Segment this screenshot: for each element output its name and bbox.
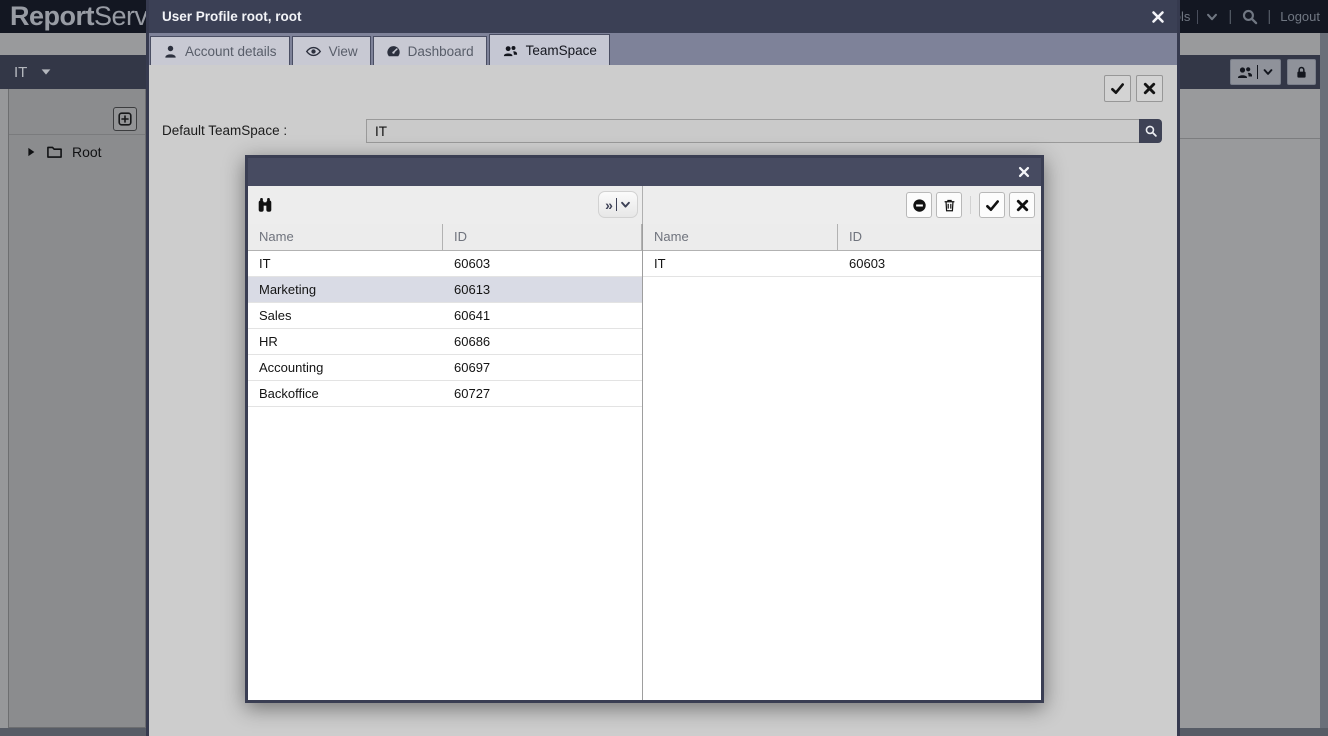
- move-selected-button[interactable]: »: [598, 191, 638, 218]
- table-row-selected[interactable]: Marketing 60613: [248, 277, 642, 303]
- delete-all-button[interactable]: [936, 192, 962, 218]
- users-icon: [502, 43, 519, 58]
- check-icon: [985, 198, 1000, 213]
- tab-label: Dashboard: [408, 44, 474, 59]
- trash-icon: [942, 198, 957, 213]
- ok-button[interactable]: [979, 192, 1005, 218]
- cancel-button[interactable]: [1136, 75, 1163, 102]
- tab-label: View: [329, 44, 358, 59]
- divider: [966, 196, 975, 214]
- cell-id: 60603: [838, 251, 1041, 276]
- table-header: Name ID: [248, 224, 642, 251]
- cancel-button[interactable]: [1009, 192, 1035, 218]
- cell-name: HR: [248, 329, 443, 354]
- modal-title: User Profile root, root: [162, 9, 302, 24]
- close-icon[interactable]: [1017, 165, 1031, 179]
- table-row[interactable]: Accounting 60697: [248, 355, 642, 381]
- available-toolbar: »: [248, 186, 643, 224]
- tab-label: Account details: [185, 44, 277, 59]
- cell-name: Sales: [248, 303, 443, 328]
- cell-id: 60686: [443, 329, 642, 354]
- table-row[interactable]: HR 60686: [248, 329, 642, 355]
- table-row[interactable]: Sales 60641: [248, 303, 642, 329]
- modal-header: User Profile root, root: [149, 0, 1177, 33]
- cell-id: 60641: [443, 303, 642, 328]
- search-icon: [1144, 124, 1158, 138]
- tab-label: TeamSpace: [526, 43, 597, 58]
- tachometer-icon: [386, 44, 401, 59]
- cell-id: 60727: [443, 381, 642, 406]
- person-icon: [163, 44, 178, 59]
- tab-dashboard[interactable]: Dashboard: [373, 36, 487, 65]
- close-icon: [1015, 198, 1030, 213]
- dialog-header[interactable]: [248, 158, 1041, 186]
- default-teamspace-label: Default TeamSpace :: [162, 123, 287, 138]
- close-icon[interactable]: [1150, 9, 1166, 25]
- eye-icon: [305, 44, 322, 59]
- column-header-id[interactable]: ID: [838, 224, 1041, 250]
- cell-name: IT: [248, 251, 443, 276]
- cell-id: 60697: [443, 355, 642, 380]
- tab-teamspace[interactable]: TeamSpace: [489, 34, 610, 65]
- check-icon: [1110, 81, 1125, 96]
- dialog-content: Name ID IT 60603 Marketing 60613 Sales 6…: [248, 224, 1041, 700]
- double-chevron-right-icon: »: [605, 198, 613, 212]
- cell-name: IT: [643, 251, 838, 276]
- default-teamspace-field: [366, 119, 1162, 143]
- tab-account-details[interactable]: Account details: [150, 36, 290, 65]
- close-icon: [1142, 81, 1157, 96]
- default-teamspace-input[interactable]: [366, 119, 1139, 143]
- dialog-toolbar: »: [248, 186, 1041, 224]
- selected-teamspaces-table: Name ID IT 60603: [643, 224, 1041, 700]
- table-row[interactable]: IT 60603: [248, 251, 642, 277]
- binoculars-icon[interactable]: [256, 196, 274, 214]
- remove-button[interactable]: [906, 192, 932, 218]
- chevron-down-icon: [620, 199, 631, 210]
- column-header-name[interactable]: Name: [643, 224, 838, 250]
- column-header-name[interactable]: Name: [248, 224, 443, 250]
- available-teamspaces-table: Name ID IT 60603 Marketing 60613 Sales 6…: [248, 224, 643, 700]
- divider: [616, 198, 617, 211]
- modal-tabstrip: Account details View Dashboard TeamSpace: [149, 33, 1177, 65]
- cell-name: Backoffice: [248, 381, 443, 406]
- table-header: Name ID: [643, 224, 1041, 251]
- cell-id: 60603: [443, 251, 642, 276]
- page: ReportServer Tools | | Logout IT: [0, 0, 1328, 736]
- table-row[interactable]: IT 60603: [643, 251, 1041, 277]
- cell-name: Marketing: [248, 277, 443, 302]
- column-header-id[interactable]: ID: [443, 224, 642, 250]
- teamspace-picker-dialog: »: [245, 155, 1044, 703]
- minus-circle-icon: [912, 198, 927, 213]
- apply-button[interactable]: [1104, 75, 1131, 102]
- cell-name: Accounting: [248, 355, 443, 380]
- tab-view[interactable]: View: [292, 36, 371, 65]
- teamspace-search-button[interactable]: [1139, 119, 1162, 143]
- selected-toolbar: [643, 186, 1041, 224]
- table-row[interactable]: Backoffice 60727: [248, 381, 642, 407]
- cell-id: 60613: [443, 277, 642, 302]
